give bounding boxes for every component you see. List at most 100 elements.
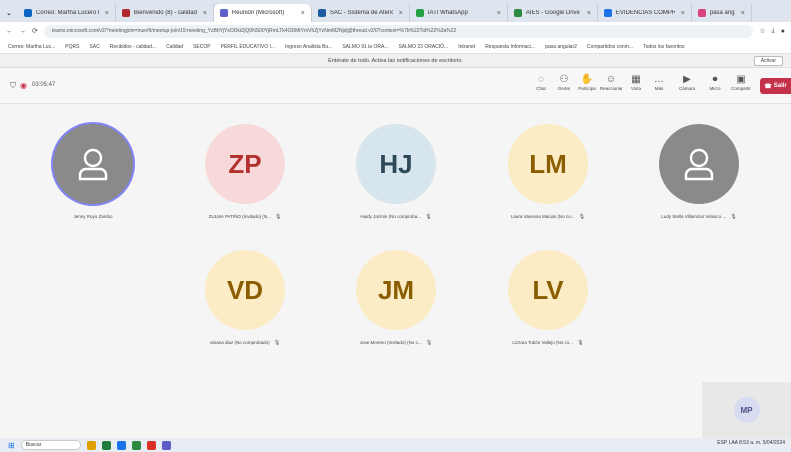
close-tab-icon[interactable]: × xyxy=(587,10,591,17)
tab-favicon-icon xyxy=(23,9,32,17)
participant-tile[interactable]: LM Laura Vanessa Macias (No co... 🎙 xyxy=(488,124,608,220)
tab-label: AIES - Google Drive xyxy=(525,10,580,16)
system-tray: ESP LAA 8:53 a. m. 5/04/2024 xyxy=(717,440,785,446)
chrome-icon[interactable] xyxy=(146,440,156,450)
toolbar-chat-button[interactable]: ◌ Chat xyxy=(530,74,552,91)
toolbar-raise-hand-button[interactable]: ✋ Participa xyxy=(576,74,598,91)
bookmark-item[interactable]: Todos los favoritos xyxy=(643,44,684,50)
bookmark-item[interactable]: Correo: Martha Luc... xyxy=(8,44,55,50)
bookmark-item[interactable]: Respuesta Informaci... xyxy=(485,44,535,50)
browser-tab[interactable]: EVIDENCIAS COMPROM... × xyxy=(598,4,692,22)
browser-tab[interactable]: Reunión (Microsoft) × xyxy=(213,4,312,22)
bookmark-item[interactable]: SALMO 91 la ORA... xyxy=(342,44,388,50)
close-tab-icon[interactable]: × xyxy=(301,10,305,17)
view-icon: ▦ xyxy=(631,74,641,85)
back-icon[interactable]: ← xyxy=(6,28,13,35)
participant-tile[interactable]: Jenny Royo Zambo xyxy=(33,124,153,219)
mic-muted-icon: 🎙 xyxy=(730,214,737,220)
forward-icon[interactable]: → xyxy=(19,28,26,35)
participant-name: Laura Vanessa Macias (No co... xyxy=(510,214,575,219)
browser-toolbar: ← → ⟳ teams.microsoft.com/v2/?meetingjoi… xyxy=(0,22,791,40)
browser-tab[interactable]: Correo: Martha Lucero D... × xyxy=(18,4,116,22)
browser-tab[interactable]: pasa angular2 × xyxy=(692,4,752,22)
close-tab-icon[interactable]: × xyxy=(105,10,109,17)
toolbar-mic-button[interactable]: ⏺ Micro xyxy=(704,74,726,91)
toolbar-emoji-button[interactable]: ☺ Reaccionar xyxy=(600,74,623,91)
edge-icon[interactable] xyxy=(116,440,126,450)
close-tab-icon[interactable]: × xyxy=(203,10,207,17)
profile-icon[interactable]: ● xyxy=(781,28,785,35)
participant-tile[interactable]: Ludy Stella Villamizar Velasco ... 🎙 xyxy=(639,124,759,220)
participant-avatar: ZP xyxy=(205,124,285,204)
tab-label: SAC - Sistema de Atención xyxy=(329,10,393,16)
participant-name-row: Haidy Jazmin (No comproba... 🎙 xyxy=(336,214,456,220)
meeting-stage: Jenny Royo Zambo ZP ZULMA PATIÑO (Invita… xyxy=(0,104,791,438)
participant-tile[interactable]: HJ Haidy Jazmin (No comproba... 🎙 xyxy=(336,124,456,220)
tab-label: Correo: Martha Lucero D... xyxy=(35,10,99,16)
bookmark-item[interactable]: Recibidos - calidad... xyxy=(110,44,156,50)
bookmark-item[interactable]: SECOP xyxy=(193,44,211,50)
participant-tile[interactable]: VD viviana diaz (No comprobado) 🎙 xyxy=(185,250,305,346)
notification-banner: Entérate de todo. Activa las notificacio… xyxy=(0,54,791,68)
bookmark-item[interactable]: pasa angular2 xyxy=(545,44,577,50)
self-view[interactable]: MP xyxy=(702,382,791,438)
browser-tab[interactable]: Bienvenido (8) - calidad... × xyxy=(116,4,214,22)
participant-initials: LV xyxy=(532,274,564,305)
participant-tile[interactable]: LV Lizzara Tobón Vallejo (No co... 🎙 xyxy=(488,250,608,346)
leave-button[interactable]: ☎ Salir xyxy=(760,78,791,94)
excel-icon[interactable] xyxy=(131,440,141,450)
participant-avatar: LM xyxy=(508,124,588,204)
participant-tile[interactable]: JM Jose Moreno (Invitado) (No c... 🎙 xyxy=(336,250,456,346)
participant-initials: LM xyxy=(529,148,567,179)
bookmark-item[interactable]: Intranet xyxy=(458,44,475,50)
participant-name: Jose Moreno (Invitado) (No c... xyxy=(359,340,422,345)
participant-tile[interactable]: ZP ZULMA PATIÑO (Invitado) (N... 🎙 xyxy=(185,124,305,220)
reload-icon[interactable]: ⟳ xyxy=(32,27,38,35)
windows-start-icon[interactable]: ⊞ xyxy=(8,441,15,450)
close-tab-icon[interactable]: × xyxy=(399,10,403,17)
enable-notifications-button[interactable]: Activar xyxy=(753,56,783,66)
tab-list-icon[interactable]: ⌄ xyxy=(6,9,12,17)
taskbar-search[interactable]: Buscar xyxy=(20,440,81,450)
address-bar[interactable]: teams.microsoft.com/v2/?meetingjoin=true… xyxy=(43,24,754,38)
tab-favicon-icon xyxy=(697,9,706,17)
mic-muted-icon: 🎙 xyxy=(577,340,584,346)
browser-tab[interactable]: AIES - Google Drive × xyxy=(508,4,598,22)
bookmark-item[interactable]: PERFIL EDUCATIVO I... xyxy=(221,44,275,50)
close-tab-icon[interactable]: × xyxy=(497,10,501,17)
participant-name: ZULMA PATIÑO (Invitado) (N... xyxy=(208,214,271,219)
toolbar-more-button[interactable]: … Más xyxy=(648,74,670,91)
toolbar-people-button[interactable]: ⚇ Gente xyxy=(553,74,575,91)
toolbar-share-button[interactable]: ▣ Compartir xyxy=(730,74,752,91)
participant-initials: VD xyxy=(226,274,264,305)
close-tab-icon[interactable]: × xyxy=(681,10,685,17)
participant-name-row: Jenny Royo Zambo xyxy=(33,214,153,219)
share-icon: ▣ xyxy=(736,74,746,85)
tool-label: Reaccionar xyxy=(600,86,623,91)
download-icon[interactable]: ⤓ xyxy=(772,27,775,35)
bookmark-item[interactable]: Ingreso Analista Bu... xyxy=(285,44,332,50)
tab-favicon-icon xyxy=(121,9,130,17)
bookmark-item[interactable]: Calidad xyxy=(166,44,183,50)
close-tab-icon[interactable]: × xyxy=(741,10,745,17)
bookmark-item[interactable]: Compartidos conm... xyxy=(587,44,633,50)
participant-avatar: JM xyxy=(356,250,436,330)
toolbar-camera-button[interactable]: ▶ Cámara xyxy=(676,74,698,91)
app-icon[interactable] xyxy=(101,440,111,450)
browser-tab[interactable]: SAC - Sistema de Atención × xyxy=(312,4,410,22)
tab-favicon-icon xyxy=(603,9,612,17)
bookmark-item[interactable]: SALMO 23 ORACIÓ... xyxy=(398,44,448,50)
raise-hand-icon: ✋ xyxy=(580,74,594,85)
bookmark-item[interactable]: PQRS xyxy=(65,44,79,50)
tab-favicon-icon xyxy=(219,9,228,17)
participant-name: Lizzara Tobón Vallejo (No co... xyxy=(512,340,573,345)
mic-muted-icon: 🎙 xyxy=(275,214,282,220)
star-icon[interactable]: ☆ xyxy=(759,27,765,35)
teams-icon[interactable] xyxy=(161,440,171,450)
file-explorer-icon[interactable] xyxy=(86,440,96,450)
participant-name-row: ZULMA PATIÑO (Invitado) (N... 🎙 xyxy=(185,214,305,220)
toolbar-view-button[interactable]: ▦ Vista xyxy=(625,74,647,91)
browser-tab[interactable]: IATI WhatsApp × xyxy=(410,4,508,22)
participant-avatar xyxy=(53,124,133,204)
bookmark-item[interactable]: SAC xyxy=(89,44,99,50)
